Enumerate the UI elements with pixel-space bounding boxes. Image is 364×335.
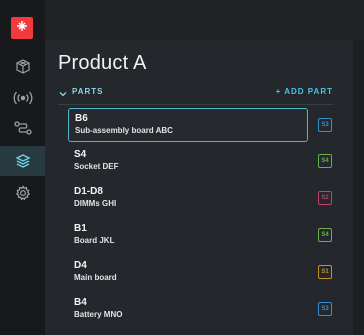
broadcast-icon (13, 91, 33, 105)
parts-section-label: PARTS (72, 87, 104, 96)
nav-cube-grid[interactable] (0, 51, 45, 81)
part-code: D4 (74, 260, 87, 271)
cube-grid-icon (14, 58, 32, 74)
chevron-down-icon[interactable] (58, 86, 68, 97)
part-item[interactable]: D1-D8 DIMMs GHI S2 (68, 182, 338, 216)
part-name: Main board (74, 273, 117, 282)
part-name: Battery MNO (74, 310, 123, 319)
part-code: D1-D8 (74, 186, 103, 197)
part-name: DIMMs GHI (74, 199, 117, 208)
nav-route[interactable] (0, 113, 45, 143)
part-badge: S1 (318, 265, 332, 279)
part-badge: S4 (318, 228, 332, 242)
sidebar (0, 0, 45, 335)
part-code: B1 (74, 223, 87, 234)
part-name: Sub-assembly board ABC (75, 126, 173, 135)
part-badge: S4 (318, 154, 332, 168)
page-title: Product A (58, 52, 147, 74)
part-item[interactable]: D4 Main board S1 (68, 256, 338, 290)
part-badge: S3 (318, 302, 332, 316)
part-name: Socket DEF (74, 162, 119, 171)
layers-icon (14, 153, 31, 169)
part-item[interactable]: B6 Sub-assembly board ABC S3 (68, 108, 332, 142)
part-badge: S3 (318, 118, 332, 132)
part-code: B6 (75, 113, 88, 124)
route-icon (13, 121, 32, 135)
nav-settings[interactable] (0, 178, 45, 208)
part-item[interactable]: S4 Socket DEF S4 (68, 145, 338, 179)
logo-icon[interactable] (11, 17, 33, 39)
part-item[interactable]: B1 Board JKL S4 (68, 219, 338, 253)
part-code: S4 (74, 149, 87, 160)
settings-icon (15, 185, 31, 201)
top-bar (45, 0, 364, 40)
nav-layers[interactable] (0, 146, 45, 176)
parts-list: B6 Sub-assembly board ABC S3 S4 Socket D… (68, 108, 338, 330)
part-name: Board JKL (74, 236, 115, 245)
add-part-button[interactable]: + ADD PART (276, 87, 333, 96)
nav-broadcast[interactable] (0, 83, 45, 113)
parts-section-header[interactable]: PARTS + ADD PART (58, 84, 333, 105)
part-code: B4 (74, 297, 87, 308)
part-badge: S2 (318, 191, 332, 205)
part-item[interactable]: B4 Battery MNO S3 (68, 293, 338, 327)
